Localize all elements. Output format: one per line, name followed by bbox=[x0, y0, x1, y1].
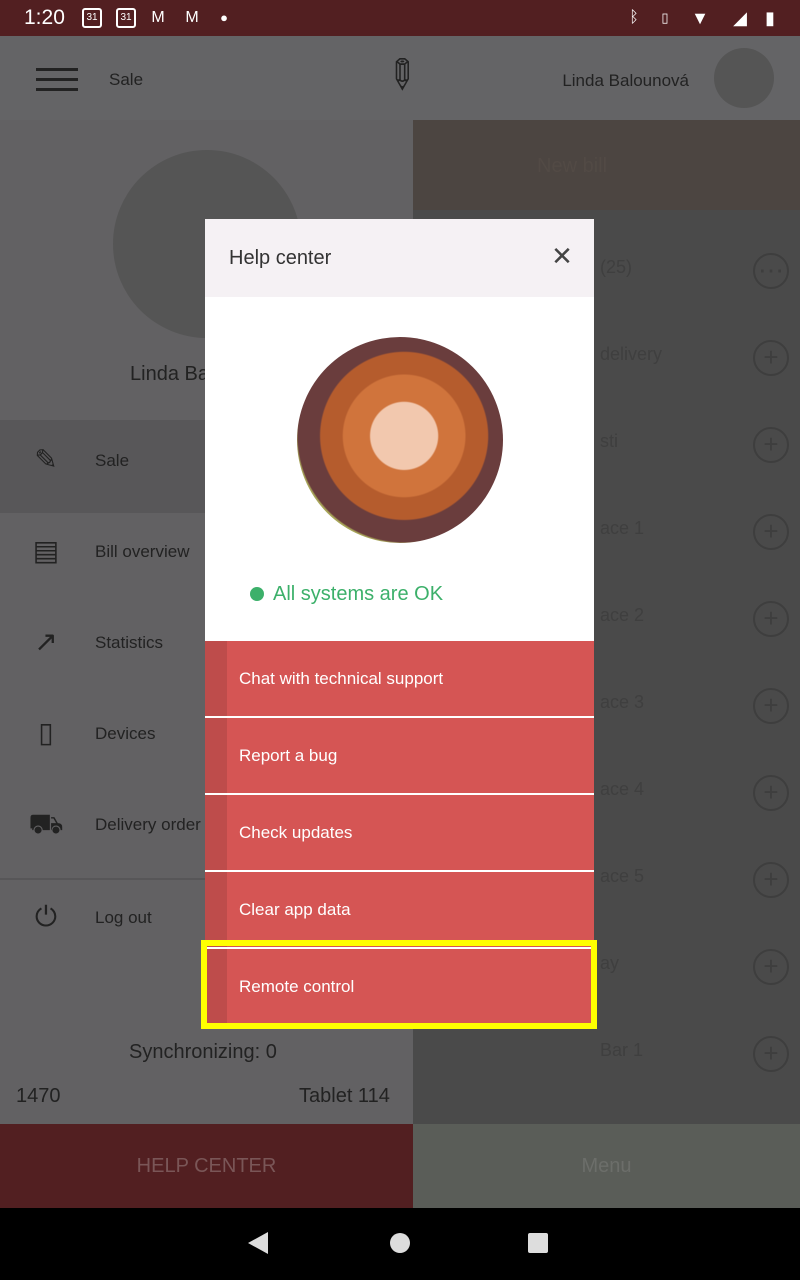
report-a-bug-button[interactable]: Report a bug bbox=[205, 718, 594, 793]
dot-icon: ● bbox=[220, 10, 228, 25]
signal-icon: ◢ bbox=[733, 8, 747, 28]
add-icon[interactable]: + bbox=[753, 688, 789, 724]
pen-fork-icon: ✎ bbox=[34, 444, 58, 475]
wifi-icon: ▼ bbox=[691, 8, 709, 28]
button-label: Chat with technical support bbox=[239, 669, 444, 688]
back-icon[interactable] bbox=[248, 1232, 268, 1254]
menu-button[interactable]: Menu bbox=[413, 1124, 800, 1208]
clock: 1:20 bbox=[24, 6, 65, 29]
trend-icon: ↗ bbox=[34, 626, 58, 657]
add-icon[interactable]: + bbox=[753, 949, 789, 985]
status-bar: 1:20 31 31 M M ● ᛒ ▯ ▼ ◢ ▮ bbox=[0, 0, 800, 36]
drawer-item-label: Statistics bbox=[95, 633, 164, 652]
table-row-label[interactable]: Bar 1 bbox=[600, 1040, 643, 1061]
button-label: Clear app data bbox=[239, 900, 351, 919]
clear-app-data-button[interactable]: Clear app data bbox=[205, 872, 594, 947]
gmail-icon: M bbox=[151, 9, 165, 26]
highlight-box bbox=[201, 940, 597, 1029]
table-row-label[interactable]: delivery bbox=[600, 344, 662, 365]
menu-icon[interactable] bbox=[36, 68, 78, 91]
vibrate-icon: ▯ bbox=[661, 10, 669, 25]
button-label: Report a bug bbox=[239, 746, 338, 765]
table-row-label[interactable]: ace 3 bbox=[600, 692, 644, 713]
car-icon: ⛟ bbox=[28, 808, 64, 839]
table-row-label[interactable]: ace 5 bbox=[600, 866, 644, 887]
chat-with-technical-support-button[interactable]: Chat with technical support bbox=[205, 641, 594, 716]
calendar-icon: 31 bbox=[116, 8, 136, 28]
bluetooth-icon: ᛒ bbox=[629, 9, 639, 26]
dialog-title: Help center bbox=[229, 247, 332, 269]
power-icon: ⏻ bbox=[34, 901, 58, 932]
drawer-item-label: Log out bbox=[95, 908, 152, 927]
help-center-button[interactable]: HELP CENTER bbox=[0, 1124, 413, 1208]
drawer-item-label: Delivery order bbox=[95, 815, 201, 834]
drawer-item-label: Sale bbox=[95, 451, 130, 470]
battery-charging-icon: ▮ bbox=[765, 8, 775, 28]
sync-status: Synchronizing: 0 bbox=[129, 1041, 277, 1063]
avatar[interactable] bbox=[714, 48, 774, 108]
table-row-label[interactable]: (25) bbox=[600, 257, 632, 278]
device-name: Tablet 114 bbox=[299, 1085, 390, 1107]
table-row-label[interactable]: ace 2 bbox=[600, 605, 644, 626]
add-icon[interactable]: + bbox=[753, 340, 789, 376]
table-row-label[interactable]: ace 4 bbox=[600, 779, 644, 800]
support-agent-photo bbox=[297, 337, 503, 543]
calendar-icon: 31 bbox=[82, 8, 102, 28]
gmail-icon: M bbox=[185, 9, 199, 26]
table-row-label[interactable]: ace 1 bbox=[600, 518, 644, 539]
device-number: 1470 bbox=[16, 1085, 61, 1107]
home-icon[interactable] bbox=[390, 1233, 410, 1253]
header-user-name: Linda Balounová bbox=[562, 71, 689, 90]
new-bill-label[interactable]: New bill bbox=[537, 155, 607, 178]
add-icon[interactable]: + bbox=[753, 862, 789, 898]
drawer-user-name: Linda Ba bbox=[130, 363, 209, 385]
add-icon[interactable]: + bbox=[753, 601, 789, 637]
table-row-label[interactable]: sti bbox=[600, 431, 618, 452]
drawer-item-label: Devices bbox=[95, 724, 156, 743]
button-label: Check updates bbox=[239, 823, 353, 842]
close-icon[interactable]: ✕ bbox=[549, 243, 575, 269]
header-title: Sale bbox=[109, 70, 144, 89]
add-icon[interactable]: + bbox=[753, 1036, 789, 1072]
add-icon[interactable]: + bbox=[753, 775, 789, 811]
tablet-icon: ▯ bbox=[38, 717, 54, 748]
more-icon[interactable]: ⋯ bbox=[753, 253, 789, 289]
add-icon[interactable]: + bbox=[753, 427, 789, 463]
check-updates-button[interactable]: Check updates bbox=[205, 795, 594, 870]
drawer-item-label: Bill overview bbox=[95, 542, 190, 561]
status-ok-icon bbox=[250, 587, 264, 601]
add-icon[interactable]: + bbox=[753, 514, 789, 550]
system-status: All systems are OK bbox=[273, 583, 444, 605]
table-row-label[interactable]: ay bbox=[600, 953, 619, 974]
documents-icon: ▤ bbox=[32, 535, 60, 566]
recents-icon[interactable] bbox=[528, 1233, 548, 1253]
help-center-dialog: Help center ✕ All systems are OK Chat wi… bbox=[205, 219, 594, 1024]
